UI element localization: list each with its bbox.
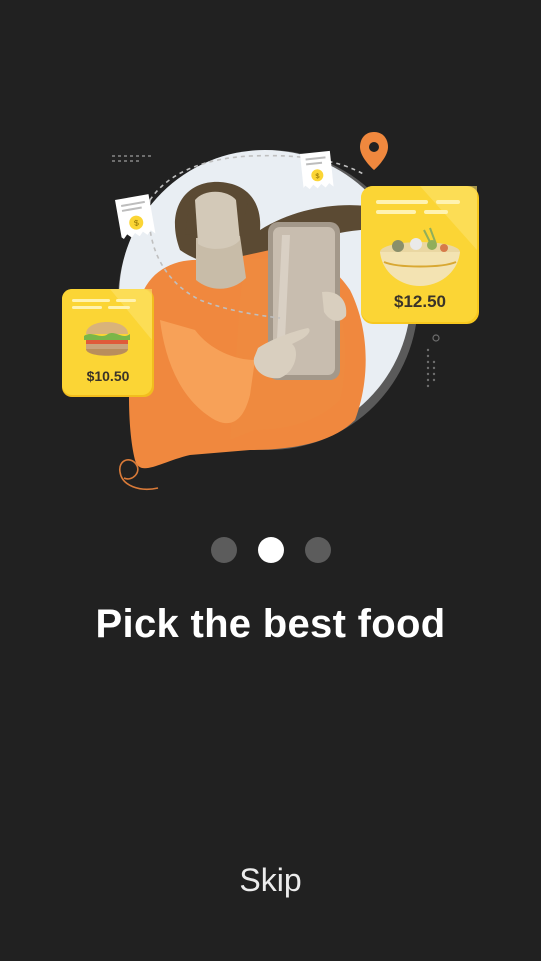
location-pin-icon <box>360 132 388 170</box>
skip-button[interactable]: Skip <box>0 858 541 902</box>
food-card-burger[interactable]: $10.50 <box>62 289 154 397</box>
page-dot-2-active[interactable] <box>257 537 284 563</box>
onboarding-title: Pick the best food <box>95 602 446 646</box>
burger-icon <box>84 322 130 356</box>
dot-pattern-decoration <box>112 155 151 162</box>
page-dot-3[interactable] <box>304 537 331 563</box>
page-indicator <box>0 537 541 563</box>
onboarding-illustration: $ $ $12.50 $10.50 <box>62 132 479 490</box>
dot-pattern-decoration-right <box>426 334 440 388</box>
food-card-soup[interactable]: $12.50 <box>361 186 479 324</box>
burger-price: $10.50 <box>87 368 130 384</box>
page-dot-1[interactable] <box>210 537 237 563</box>
person-face <box>195 191 240 249</box>
soup-price: $12.50 <box>394 292 446 311</box>
